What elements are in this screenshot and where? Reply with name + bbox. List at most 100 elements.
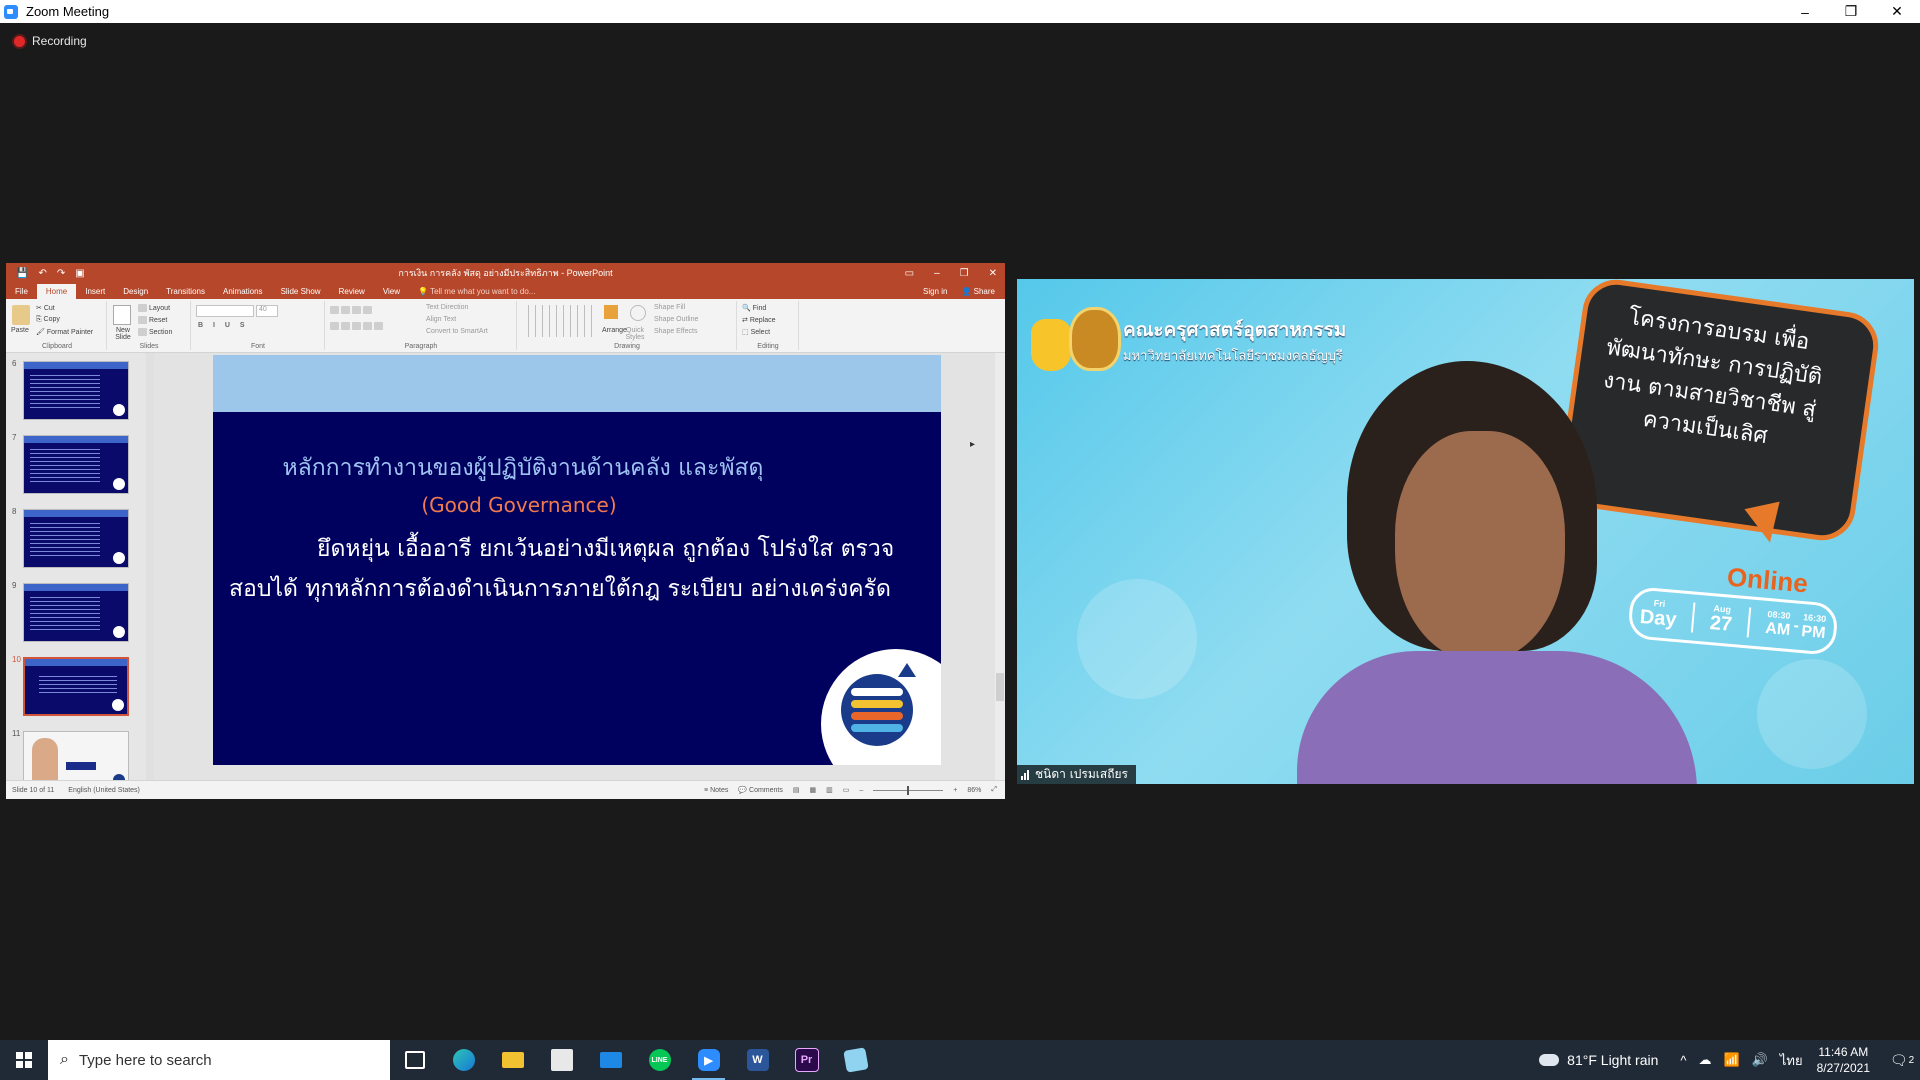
- tab-animations[interactable]: Animations: [214, 284, 272, 299]
- tell-me-box[interactable]: 💡 Tell me what you want to do...: [409, 284, 544, 299]
- new-slide-button[interactable]: New Slide: [111, 327, 135, 341]
- thumbnail-row[interactable]: 6: [6, 359, 146, 423]
- convert-smartart-button[interactable]: Convert to SmartArt: [426, 328, 488, 335]
- reset-button[interactable]: Reset: [138, 316, 167, 324]
- cut-button[interactable]: ✂ Cut: [36, 304, 55, 312]
- tab-file[interactable]: File: [6, 284, 37, 299]
- line-button[interactable]: LINE: [635, 1040, 684, 1080]
- quick-styles-icon[interactable]: [630, 305, 646, 321]
- zoom-taskbar-button[interactable]: ▶: [684, 1040, 733, 1080]
- slide-thumbnail[interactable]: [23, 583, 129, 642]
- paste-icon[interactable]: [12, 305, 30, 325]
- tab-insert[interactable]: Insert: [76, 284, 114, 299]
- normal-view-icon[interactable]: ▤: [793, 786, 800, 794]
- format-painter-button[interactable]: 🖌 Format Painter: [36, 328, 93, 336]
- scrollbar-thumb[interactable]: [996, 673, 1004, 701]
- copy-button[interactable]: ⎘ Copy: [36, 316, 60, 324]
- share-button[interactable]: 👤 Share: [961, 287, 995, 296]
- store-button[interactable]: [537, 1040, 586, 1080]
- weather-widget[interactable]: 81°F Light rain: [1539, 1052, 1658, 1068]
- start-button[interactable]: [0, 1040, 48, 1080]
- slide-sorter-icon[interactable]: ▦: [810, 786, 817, 794]
- ppt-close-button[interactable]: ✕: [989, 268, 997, 279]
- zoom-slider[interactable]: [873, 785, 944, 795]
- chevron-up-icon[interactable]: ^: [1680, 1053, 1686, 1068]
- slide-vertical-scrollbar[interactable]: [995, 353, 1005, 781]
- undo-icon[interactable]: ↶: [38, 268, 46, 279]
- find-button[interactable]: 🔍 Find: [742, 304, 766, 312]
- slideshow-view-icon[interactable]: ▭: [843, 786, 850, 794]
- slide-thumbnail[interactable]: [23, 435, 129, 494]
- shapes-gallery[interactable]: [522, 305, 598, 337]
- redo-icon[interactable]: ↷: [57, 268, 65, 279]
- notifications-button[interactable]: 🗨 2: [1884, 1040, 1920, 1080]
- thumbnail-row[interactable]: 8: [6, 507, 146, 571]
- tab-home[interactable]: Home: [36, 284, 77, 299]
- comments-button[interactable]: 💬 Comments: [738, 786, 783, 794]
- select-button[interactable]: ⬚ Select: [742, 328, 770, 336]
- slide-thumbnail-selected[interactable]: [23, 657, 129, 716]
- font-family-select[interactable]: [196, 305, 254, 317]
- premiere-button[interactable]: Pr: [782, 1040, 831, 1080]
- reading-view-icon[interactable]: ▥: [826, 786, 833, 794]
- slide-thumbnail[interactable]: [23, 731, 129, 781]
- list-buttons[interactable]: [330, 306, 374, 314]
- align-text-button[interactable]: Align Text: [426, 316, 456, 323]
- current-slide[interactable]: หลักการทำงานของผู้ปฏิบัติงานด้านคลัง และ…: [213, 355, 941, 765]
- tab-view[interactable]: View: [374, 284, 409, 299]
- present-icon[interactable]: ▣: [75, 268, 84, 279]
- word-button[interactable]: W: [733, 1040, 782, 1080]
- participant-video-tile[interactable]: คณะครุศาสตร์อุตสาหกรรม มหาวิทยาลัยเทคโนโ…: [1017, 279, 1914, 784]
- replace-button[interactable]: ⇄ Replace: [742, 316, 776, 324]
- quick-styles-button[interactable]: Quick Styles: [624, 327, 646, 341]
- sign-in-link[interactable]: Sign in: [923, 287, 947, 296]
- new-slide-icon[interactable]: [113, 305, 131, 325]
- ppt-restore-button[interactable]: ❐: [960, 268, 969, 279]
- ppt-minimize-button[interactable]: –: [934, 268, 940, 279]
- paste-button[interactable]: Paste: [11, 327, 29, 334]
- shape-outline-button[interactable]: Shape Outline: [654, 316, 698, 323]
- task-view-button[interactable]: [390, 1040, 439, 1080]
- section-button[interactable]: Section: [138, 328, 172, 336]
- zoom-level[interactable]: 86%: [967, 787, 981, 794]
- restore-button[interactable]: ❐: [1828, 0, 1874, 23]
- volume-icon[interactable]: 🔊: [1752, 1052, 1768, 1068]
- layout-button[interactable]: Layout: [138, 304, 170, 312]
- notepad-button[interactable]: [831, 1040, 880, 1080]
- tab-review[interactable]: Review: [330, 284, 374, 299]
- thumbnail-row[interactable]: 9: [6, 581, 146, 645]
- thumbnails-scrollbar[interactable]: [146, 353, 154, 781]
- notes-button[interactable]: ≡ Notes: [704, 787, 728, 794]
- clock[interactable]: 11:46 AM 8/27/2021: [1817, 1044, 1870, 1076]
- tab-design[interactable]: Design: [114, 284, 157, 299]
- thumbnail-row[interactable]: 11: [6, 729, 146, 781]
- thumbnail-row[interactable]: 7: [6, 433, 146, 497]
- font-format-buttons[interactable]: B I U S: [198, 322, 249, 329]
- thumbnail-row-selected[interactable]: 10: [6, 655, 146, 719]
- slide-thumbnail[interactable]: [23, 361, 129, 420]
- close-button[interactable]: ✕: [1874, 0, 1920, 23]
- recording-indicator[interactable]: Recording: [14, 34, 87, 48]
- ribbon-display-icon[interactable]: ▭: [905, 268, 914, 279]
- text-direction-button[interactable]: Text Direction: [426, 304, 468, 311]
- file-explorer-button[interactable]: [488, 1040, 537, 1080]
- wifi-icon[interactable]: 📶: [1724, 1052, 1740, 1068]
- input-language[interactable]: ไทย: [1780, 1050, 1803, 1071]
- shape-effects-button[interactable]: Shape Effects: [654, 328, 697, 335]
- fit-to-window-icon[interactable]: ⤢: [991, 786, 997, 794]
- edge-button[interactable]: [439, 1040, 488, 1080]
- slide-thumbnail[interactable]: [23, 509, 129, 568]
- zoom-out-button[interactable]: –: [859, 787, 863, 794]
- onedrive-icon[interactable]: ☁: [1699, 1052, 1712, 1068]
- minimize-button[interactable]: –: [1782, 0, 1828, 23]
- font-size-select[interactable]: 40: [256, 305, 278, 317]
- zoom-in-button[interactable]: +: [953, 787, 957, 794]
- language-indicator[interactable]: English (United States): [68, 787, 140, 794]
- mail-button[interactable]: [586, 1040, 635, 1080]
- save-icon[interactable]: 💾: [16, 268, 28, 279]
- arrange-icon[interactable]: [604, 305, 618, 319]
- taskbar-search-box[interactable]: ⌕ Type here to search: [48, 1040, 390, 1080]
- tab-transitions[interactable]: Transitions: [157, 284, 214, 299]
- tab-slide-show[interactable]: Slide Show: [272, 284, 330, 299]
- shape-fill-button[interactable]: Shape Fill: [654, 304, 685, 311]
